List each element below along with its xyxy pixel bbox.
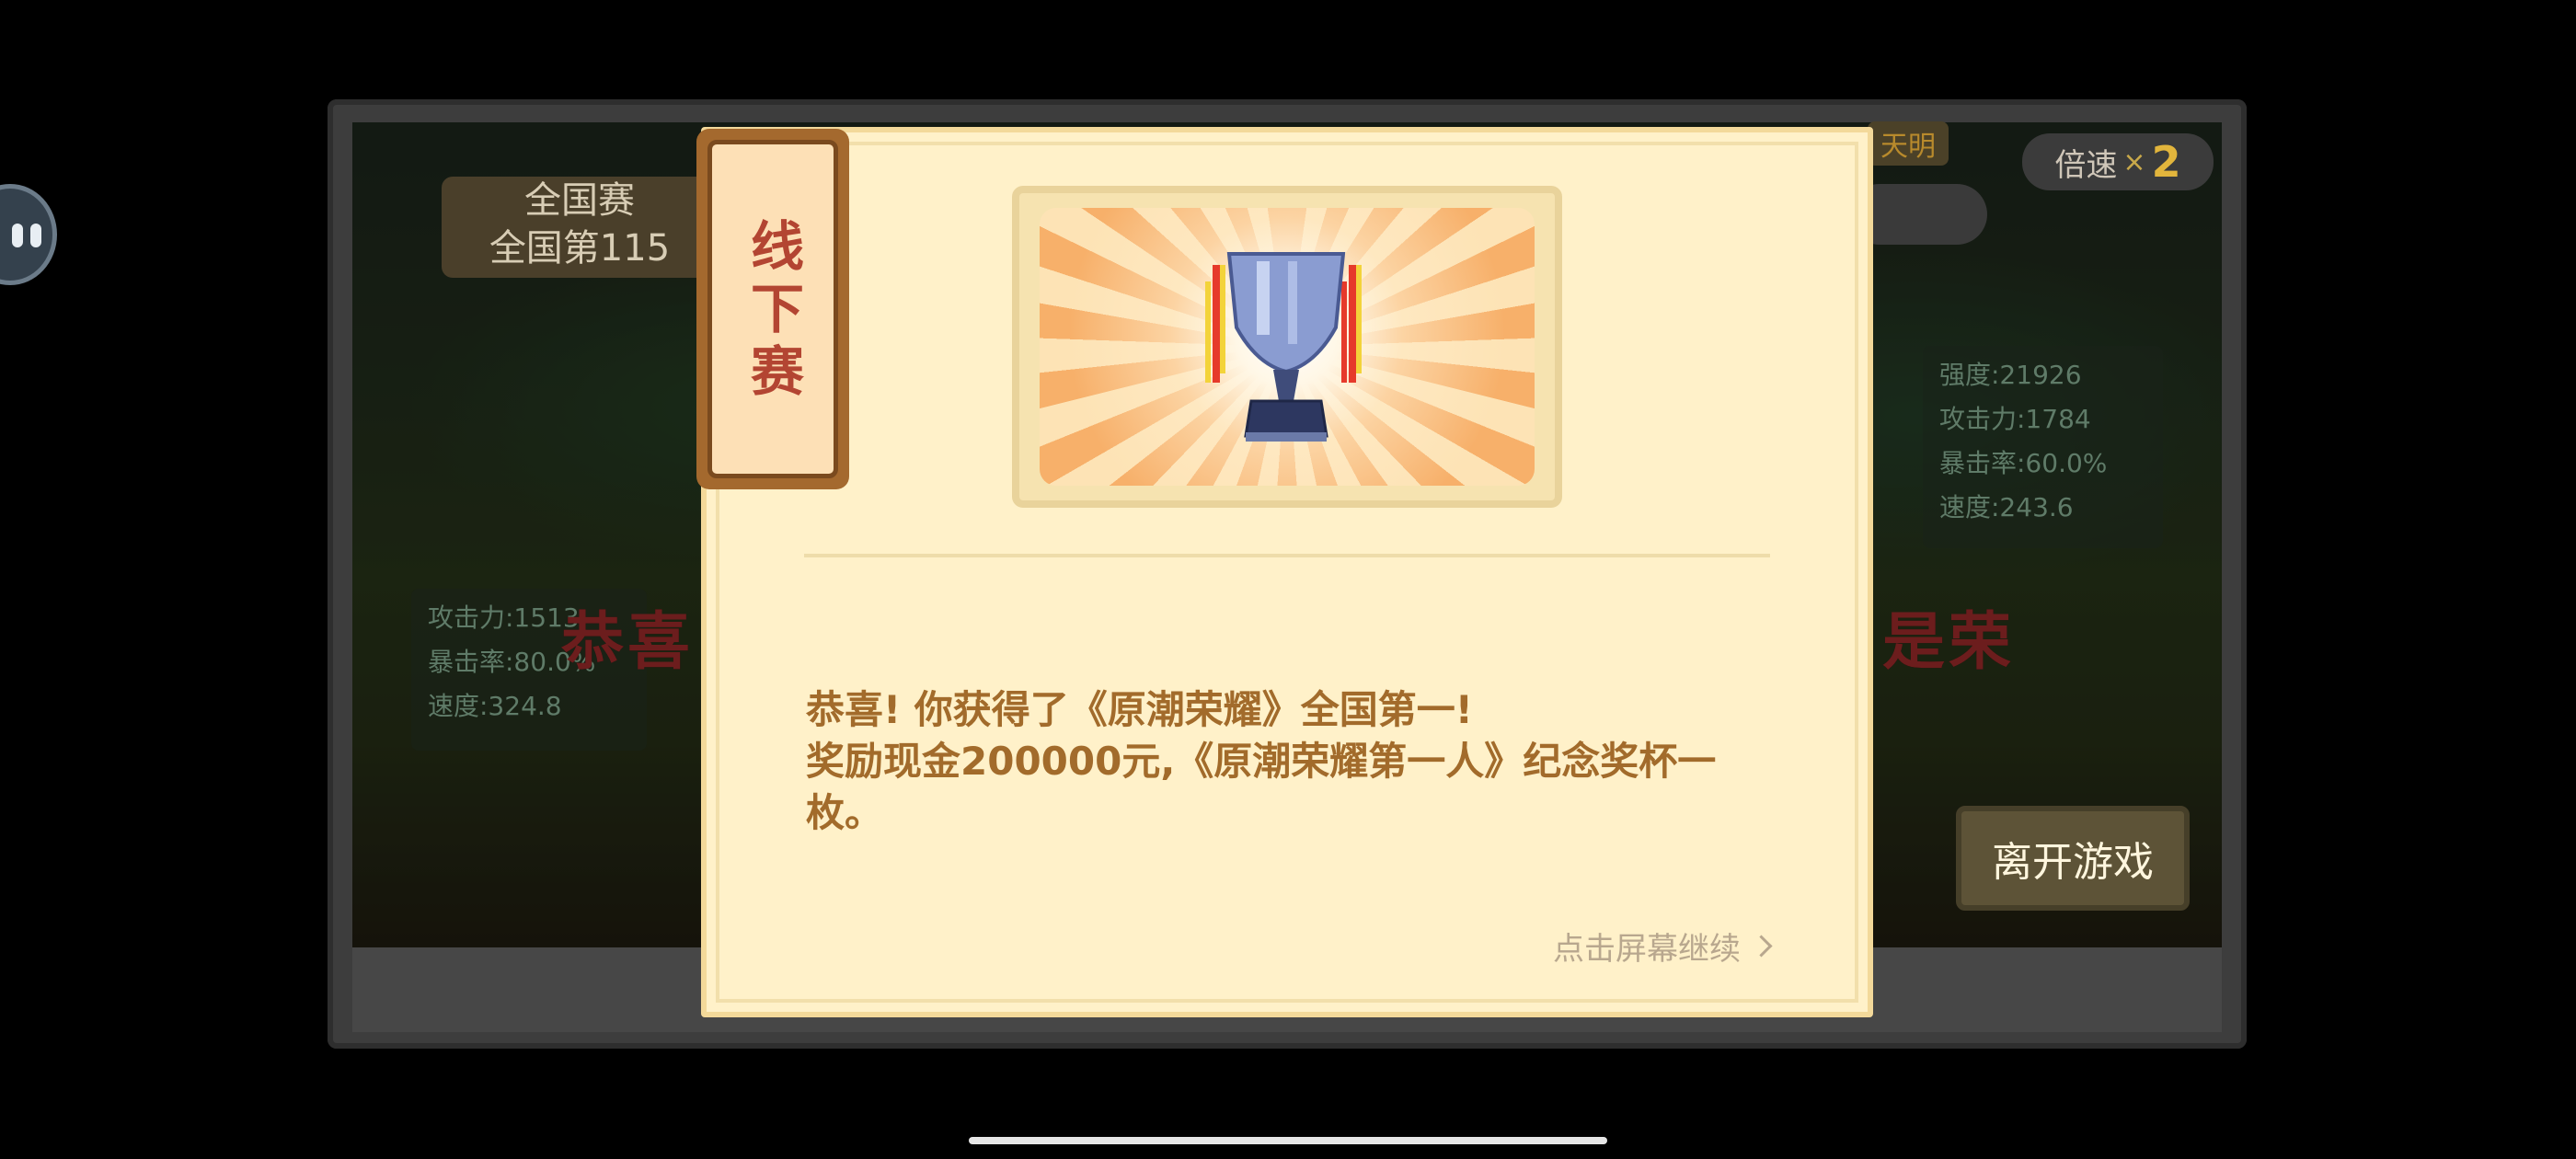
leave-game-button[interactable]: 离开游戏	[1956, 806, 2190, 911]
stat-line: 强度:21926	[1939, 360, 2082, 390]
banner-left: 恭喜	[561, 606, 695, 679]
event-tag-inner: 线下赛	[707, 140, 838, 478]
player-stats-right: 强度:21926 攻击力:1784 暴击率:60.0% 速度:243.6	[1923, 346, 2163, 548]
speed-toggle[interactable]: 倍速 × 2	[2022, 133, 2214, 190]
event-tag-label: 线下赛	[742, 218, 804, 406]
stat-line: 暴击率:60.0%	[1939, 448, 2108, 478]
event-tag: 线下赛	[696, 129, 849, 489]
rank-panel: 全国赛 全国第115	[442, 177, 718, 278]
banner-right: 是荣	[1882, 606, 2016, 679]
player-name-label: 天明	[1868, 121, 1949, 166]
continue-label: 点击屏幕继续	[1553, 931, 1741, 968]
message-line-2: 奖励现金200000元,《原潮荣耀第一人》纪念奖杯一枚。	[806, 739, 1717, 835]
rank-title: 全国赛	[524, 179, 635, 222]
chat-bubble-icon[interactable]	[0, 184, 57, 285]
speed-times: ×	[2122, 145, 2146, 178]
message-line-1: 恭喜! 你获得了《原潮荣耀》全国第一!	[806, 687, 1473, 732]
trophy-image	[1040, 208, 1535, 486]
trophy-icon	[1205, 252, 1362, 442]
bubble-eye	[30, 224, 41, 247]
trophy-card	[1012, 186, 1562, 508]
home-indicator[interactable]	[969, 1137, 1607, 1144]
stat-line: 速度:324.8	[428, 691, 562, 721]
chevron-right-icon	[1750, 935, 1773, 958]
speed-value: 2	[2151, 137, 2181, 187]
rank-position: 全国第115	[489, 227, 671, 270]
stat-line: 速度:243.6	[1939, 492, 2074, 522]
reward-message: 恭喜! 你获得了《原潮荣耀》全国第一! 奖励现金200000元,《原潮荣耀第一人…	[806, 684, 1781, 839]
tap-to-continue[interactable]: 点击屏幕继续	[1553, 924, 1773, 969]
bubble-eye	[12, 224, 23, 247]
speed-label: 倍速	[2054, 146, 2118, 184]
divider	[804, 554, 1770, 557]
stat-line: 攻击力:1784	[1939, 404, 2091, 434]
